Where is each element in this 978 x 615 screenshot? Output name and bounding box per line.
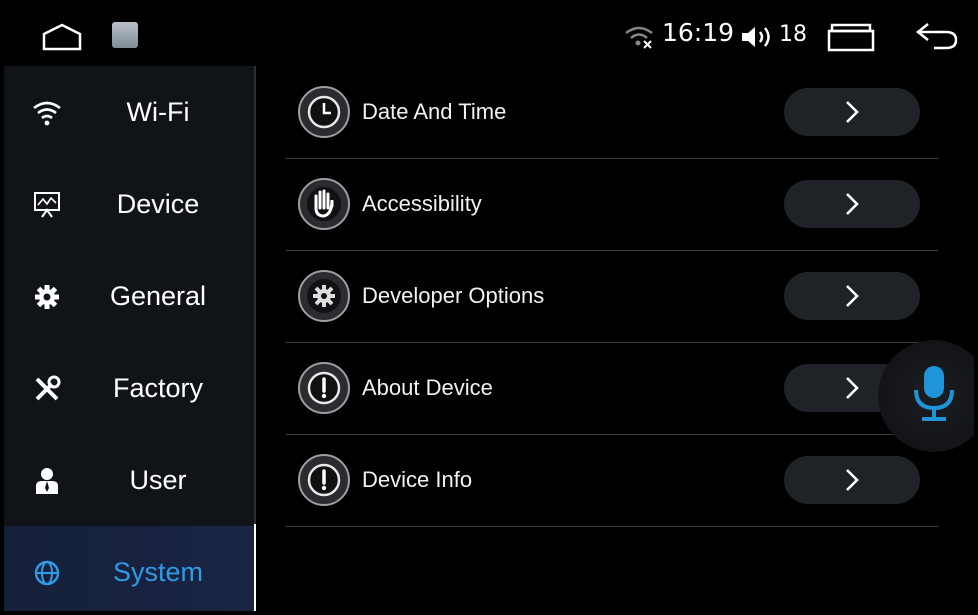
gear-icon (298, 270, 350, 322)
row-label: About Device (362, 375, 493, 400)
volume-icon[interactable] (740, 24, 776, 50)
sidebar-item-wifi[interactable]: Wi-Fi (4, 66, 254, 158)
chevron-right-icon (846, 469, 859, 491)
chevron-right-icon (846, 285, 859, 307)
settings-row-about-device[interactable]: About Device (286, 342, 938, 435)
microphone-icon (914, 366, 954, 421)
sidebar-item-system[interactable]: System (4, 526, 254, 611)
volume-level: 18 (779, 22, 807, 47)
chevron-button[interactable] (784, 456, 920, 504)
chevron-button[interactable] (784, 88, 920, 136)
row-label: Developer Options (362, 283, 545, 308)
screen: 16:19 18 Wi-Fi Device General Factory Us… (4, 4, 974, 611)
row-label: Accessibility (362, 191, 482, 216)
wifi-disconnected-icon (625, 26, 653, 49)
gear-icon (35, 285, 59, 309)
recent-apps-icon[interactable] (826, 22, 876, 52)
back-icon[interactable] (912, 20, 960, 52)
settings-list: Date And Time Accessibility Developer Op… (256, 66, 974, 611)
chevron-button[interactable] (784, 272, 920, 320)
settings-row-device-info[interactable]: Device Info (286, 434, 938, 527)
tools-icon (35, 375, 61, 401)
chevron-right-icon (846, 377, 859, 399)
sidebar-item-device[interactable]: Device (4, 158, 254, 250)
info-icon (298, 362, 350, 414)
wifi-icon (33, 101, 61, 126)
device-icon (34, 192, 60, 218)
sidebar-item-user[interactable]: User (4, 434, 254, 526)
settings-row-date-and-time[interactable]: Date And Time (286, 66, 938, 159)
sidebar-item-general[interactable]: General (4, 250, 254, 342)
chevron-button[interactable] (784, 180, 920, 228)
row-label: Date And Time (362, 99, 507, 124)
user-icon (36, 468, 58, 494)
hand-icon (298, 178, 350, 230)
row-label: Device Info (362, 467, 473, 492)
info-icon (298, 454, 350, 506)
settings-row-accessibility[interactable]: Accessibility (286, 158, 938, 251)
clock-time: 16:19 (662, 18, 735, 47)
sidebar-item-label: Factory (112, 373, 204, 403)
home-icon[interactable] (40, 22, 84, 52)
status-bar: 16:19 18 (4, 4, 974, 66)
sidebar-item-label: General (109, 281, 207, 311)
clock-icon (298, 86, 350, 138)
settings-app-icon[interactable] (112, 22, 138, 48)
chevron-right-icon (846, 193, 859, 215)
globe-icon (34, 560, 60, 586)
chevron-right-icon (846, 101, 859, 123)
settings-row-developer-options[interactable]: Developer Options (286, 250, 938, 343)
sidebar-item-label: Wi-Fi (126, 97, 190, 127)
sidebar-item-label: User (129, 465, 187, 495)
sidebar-item-label: Device (116, 189, 200, 219)
sidebar-item-factory[interactable]: Factory (4, 342, 254, 434)
sidebar: Wi-Fi Device General Factory User System (4, 66, 254, 611)
sidebar-item-label: System (112, 557, 204, 587)
